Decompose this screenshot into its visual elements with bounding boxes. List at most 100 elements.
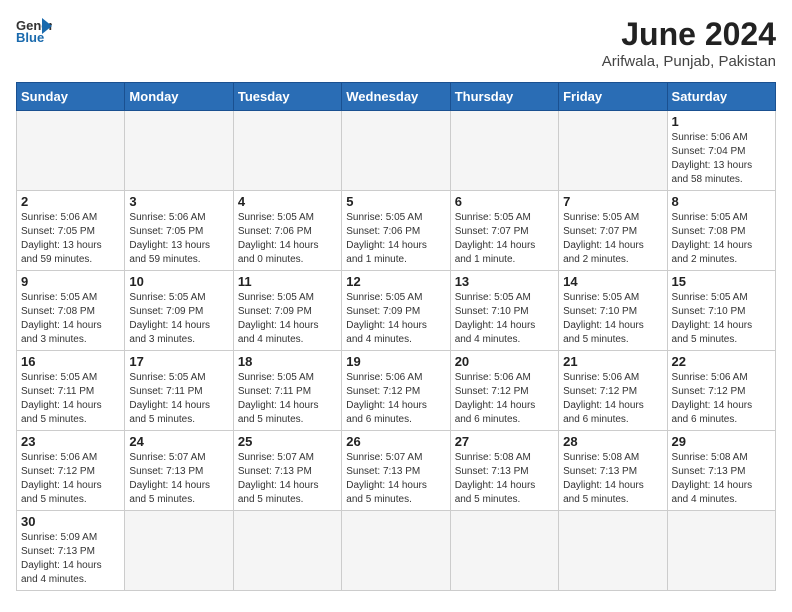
day-info: Sunrise: 5:05 AM Sunset: 7:11 PM Dayligh… — [129, 371, 228, 427]
table-row: 21 Sunrise: 5:06 AM Sunset: 7:12 PM Dayli… — [559, 351, 667, 431]
day-number: 23 — [21, 434, 120, 449]
header-thursday: Thursday — [450, 83, 558, 111]
day-info: Sunrise: 5:05 AM Sunset: 7:06 PM Dayligh… — [346, 211, 445, 267]
table-row: 19Sunrise: 5:06 AM Sunset: 7:12 PM Dayli… — [342, 351, 450, 431]
day-info: Sunrise: 5:05 AM Sunset: 7:11 PM Dayligh… — [21, 371, 120, 427]
calendar-week-row: 1Sunrise: 5:06 AM Sunset: 7:04 PM Daylig… — [17, 111, 776, 191]
title-block: June 2024 Arifwala, Punjab, Pakistan — [602, 16, 776, 70]
table-row: 29Sunrise: 5:08 AM Sunset: 7:13 PM Dayli… — [667, 431, 775, 511]
day-number: 20 — [455, 354, 554, 369]
table-row: 18 Sunrise: 5:05 AM Sunset: 7:11 PM Dayli… — [233, 351, 341, 431]
table-row: 28 Sunrise: 5:08 AM Sunset: 7:13 PM Dayli… — [559, 431, 667, 511]
day-info: Sunrise: 5:05 AM Sunset: 7:06 PM Dayligh… — [238, 211, 337, 267]
day-number: 17 — [129, 354, 228, 369]
day-info: Sunrise: 5:08 AM Sunset: 7:13 PM Dayligh… — [563, 451, 662, 507]
table-row — [125, 111, 233, 191]
day-info: Sunrise: 5:05 AM Sunset: 7:11 PM Dayligh… — [238, 371, 337, 427]
day-number: 10 — [129, 274, 228, 289]
table-row — [342, 511, 450, 591]
table-row: 8Sunrise: 5:05 AM Sunset: 7:08 PM Daylig… — [667, 191, 775, 271]
table-row: 14Sunrise: 5:05 AM Sunset: 7:10 PM Dayli… — [559, 271, 667, 351]
day-number: 26 — [346, 434, 445, 449]
table-row — [233, 111, 341, 191]
table-row — [233, 511, 341, 591]
day-number: 30 — [21, 514, 120, 529]
table-row: 6 Sunrise: 5:05 AM Sunset: 7:07 PM Daylig… — [450, 191, 558, 271]
table-row: 1Sunrise: 5:06 AM Sunset: 7:04 PM Daylig… — [667, 111, 775, 191]
table-row: 9Sunrise: 5:05 AM Sunset: 7:08 PM Daylig… — [17, 271, 125, 351]
table-row — [17, 111, 125, 191]
header-tuesday: Tuesday — [233, 83, 341, 111]
day-number: 8 — [672, 194, 771, 209]
table-row: 16 Sunrise: 5:05 AM Sunset: 7:11 PM Dayli… — [17, 351, 125, 431]
table-row: 17 Sunrise: 5:05 AM Sunset: 7:11 PM Dayli… — [125, 351, 233, 431]
day-number: 28 — [563, 434, 662, 449]
day-info: Sunrise: 5:07 AM Sunset: 7:13 PM Dayligh… — [129, 451, 228, 507]
table-row: 3 Sunrise: 5:06 AM Sunset: 7:05 PM Daylig… — [125, 191, 233, 271]
table-row: 22Sunrise: 5:06 AM Sunset: 7:12 PM Dayli… — [667, 351, 775, 431]
table-row: 24Sunrise: 5:07 AM Sunset: 7:13 PM Dayli… — [125, 431, 233, 511]
day-number: 16 — [21, 354, 120, 369]
table-row: 12 Sunrise: 5:05 AM Sunset: 7:09 PM Dayli… — [342, 271, 450, 351]
day-info: Sunrise: 5:07 AM Sunset: 7:13 PM Dayligh… — [238, 451, 337, 507]
day-info: Sunrise: 5:06 AM Sunset: 7:05 PM Dayligh… — [129, 211, 228, 267]
table-row: 26Sunrise: 5:07 AM Sunset: 7:13 PM Dayli… — [342, 431, 450, 511]
day-info: Sunrise: 5:05 AM Sunset: 7:09 PM Dayligh… — [238, 291, 337, 347]
header-wednesday: Wednesday — [342, 83, 450, 111]
table-row: 5 Sunrise: 5:05 AM Sunset: 7:06 PM Daylig… — [342, 191, 450, 271]
day-number: 25 — [238, 434, 337, 449]
day-info: Sunrise: 5:05 AM Sunset: 7:10 PM Dayligh… — [455, 291, 554, 347]
table-row: 10 Sunrise: 5:05 AM Sunset: 7:09 PM Dayli… — [125, 271, 233, 351]
day-info: Sunrise: 5:05 AM Sunset: 7:07 PM Dayligh… — [563, 211, 662, 267]
day-number: 18 — [238, 354, 337, 369]
day-number: 12 — [346, 274, 445, 289]
logo-icon: General Blue — [16, 16, 52, 44]
header-friday: Friday — [559, 83, 667, 111]
svg-text:Blue: Blue — [16, 30, 44, 44]
header-saturday: Saturday — [667, 83, 775, 111]
day-number: 15 — [672, 274, 771, 289]
day-info: Sunrise: 5:06 AM Sunset: 7:12 PM Dayligh… — [21, 451, 120, 507]
day-info: Sunrise: 5:09 AM Sunset: 7:13 PM Dayligh… — [21, 531, 120, 587]
header-monday: Monday — [125, 83, 233, 111]
day-number: 4 — [238, 194, 337, 209]
day-info: Sunrise: 5:06 AM Sunset: 7:12 PM Dayligh… — [455, 371, 554, 427]
day-info: Sunrise: 5:05 AM Sunset: 7:09 PM Dayligh… — [129, 291, 228, 347]
day-info: Sunrise: 5:05 AM Sunset: 7:07 PM Dayligh… — [455, 211, 554, 267]
day-info: Sunrise: 5:05 AM Sunset: 7:10 PM Dayligh… — [672, 291, 771, 347]
table-row: 4 Sunrise: 5:05 AM Sunset: 7:06 PM Daylig… — [233, 191, 341, 271]
day-number: 3 — [129, 194, 228, 209]
day-info: Sunrise: 5:06 AM Sunset: 7:12 PM Dayligh… — [346, 371, 445, 427]
table-row: 20 Sunrise: 5:06 AM Sunset: 7:12 PM Dayli… — [450, 351, 558, 431]
logo: General Blue — [16, 16, 52, 44]
table-row: 7 Sunrise: 5:05 AM Sunset: 7:07 PM Daylig… — [559, 191, 667, 271]
day-number: 14 — [563, 274, 662, 289]
day-number: 11 — [238, 274, 337, 289]
day-info: Sunrise: 5:06 AM Sunset: 7:12 PM Dayligh… — [563, 371, 662, 427]
day-number: 21 — [563, 354, 662, 369]
table-row — [559, 511, 667, 591]
table-row: 27Sunrise: 5:08 AM Sunset: 7:13 PM Dayli… — [450, 431, 558, 511]
table-row — [450, 511, 558, 591]
location: Arifwala, Punjab, Pakistan — [602, 53, 776, 70]
table-row: 11 Sunrise: 5:05 AM Sunset: 7:09 PM Dayli… — [233, 271, 341, 351]
table-row: 30 Sunrise: 5:09 AM Sunset: 7:13 PM Dayli… — [17, 511, 125, 591]
day-number: 5 — [346, 194, 445, 209]
table-row — [450, 111, 558, 191]
day-number: 27 — [455, 434, 554, 449]
day-number: 7 — [563, 194, 662, 209]
calendar-week-row: 2 Sunrise: 5:06 AM Sunset: 7:05 PM Daylig… — [17, 191, 776, 271]
weekday-header-row: Sunday Monday Tuesday Wednesday Thursday… — [17, 83, 776, 111]
table-row — [559, 111, 667, 191]
day-number: 29 — [672, 434, 771, 449]
day-number: 2 — [21, 194, 120, 209]
table-row — [342, 111, 450, 191]
table-row: 2Sunrise: 5:06 AM Sunset: 7:05 PM Daylig… — [17, 191, 125, 271]
day-number: 9 — [21, 274, 120, 289]
day-info: Sunrise: 5:05 AM Sunset: 7:09 PM Dayligh… — [346, 291, 445, 347]
day-info: Sunrise: 5:06 AM Sunset: 7:04 PM Dayligh… — [672, 131, 771, 187]
day-number: 13 — [455, 274, 554, 289]
page-header: General Blue June 2024 Arifwala, Punjab,… — [16, 16, 776, 70]
day-number: 6 — [455, 194, 554, 209]
table-row: 13 Sunrise: 5:05 AM Sunset: 7:10 PM Dayli… — [450, 271, 558, 351]
